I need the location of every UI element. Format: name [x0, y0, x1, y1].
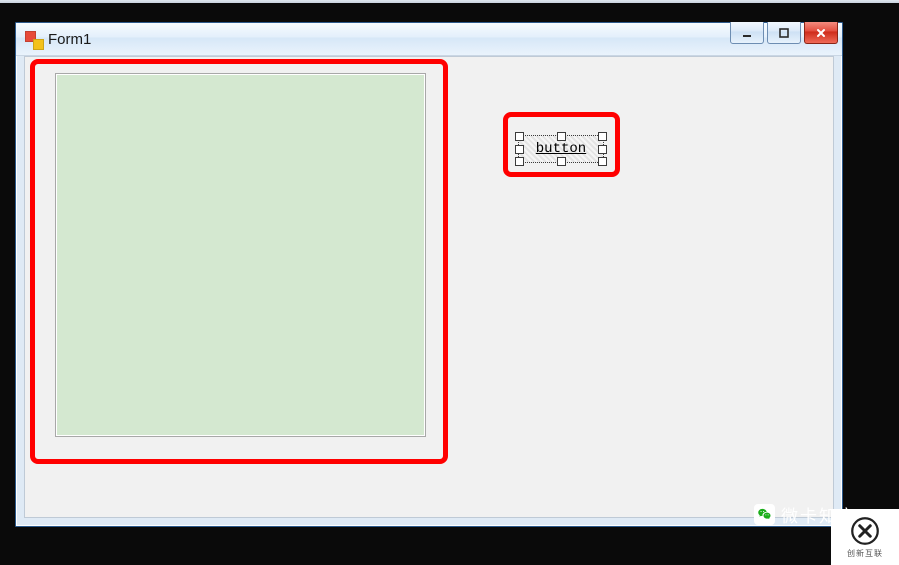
watermark-corner-label: 创新互联 — [847, 548, 883, 559]
titlebar[interactable]: Form1 — [16, 23, 842, 56]
resize-handle-sw[interactable] — [515, 157, 524, 166]
form-icon — [25, 31, 42, 48]
window-title: Form1 — [48, 31, 91, 48]
resize-handle-n[interactable] — [557, 132, 566, 141]
window-control-buttons — [730, 22, 838, 44]
resize-handle-w[interactable] — [515, 145, 524, 154]
corner-logo-icon — [850, 516, 880, 546]
close-button[interactable] — [804, 22, 838, 44]
minimize-button[interactable] — [730, 22, 764, 44]
form-client-area[interactable]: button — [24, 56, 834, 518]
form-window: Form1 button — [15, 22, 843, 527]
panel-control[interactable] — [55, 73, 426, 437]
maximize-button[interactable] — [767, 22, 801, 44]
stage-top-border — [0, 0, 899, 3]
button-control[interactable]: button — [518, 135, 604, 163]
resize-handle-nw[interactable] — [515, 132, 524, 141]
screenshot-stage: Form1 button — [0, 0, 899, 565]
resize-handle-s[interactable] — [557, 157, 566, 166]
resize-handle-ne[interactable] — [598, 132, 607, 141]
resize-handle-se[interactable] — [598, 157, 607, 166]
resize-handle-e[interactable] — [598, 145, 607, 154]
button-label: button — [536, 141, 586, 157]
